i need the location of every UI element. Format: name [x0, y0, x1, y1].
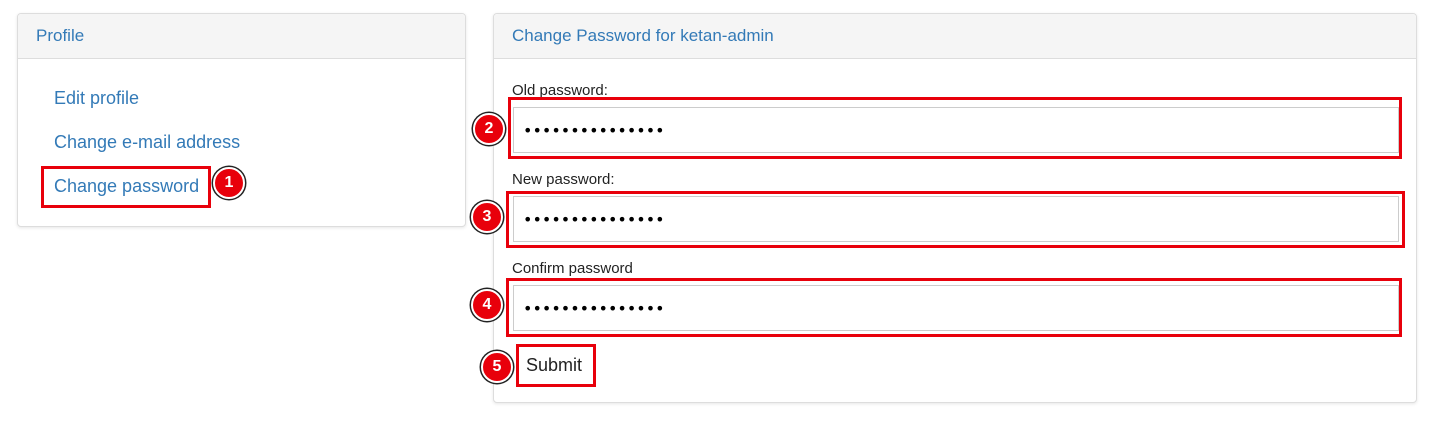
step-marker-5: 5: [481, 351, 513, 383]
step-marker-2: 2: [473, 113, 505, 145]
step-marker-4: 4: [471, 289, 503, 321]
change-password-panel-heading: Change Password for ketan-admin: [494, 14, 1416, 59]
profile-panel-heading: Profile: [18, 14, 465, 59]
change-password-panel: Change Password for ketan-admin Old pass…: [493, 13, 1417, 403]
old-password-label: Old password:: [512, 82, 608, 99]
change-password-panel-title: Change Password for ketan-admin: [512, 26, 774, 45]
submit-button[interactable]: Submit: [519, 347, 589, 383]
step-marker-3: 3: [471, 201, 503, 233]
new-password-label: New password:: [512, 171, 615, 188]
profile-panel: Profile Edit profile Change e-mail addre…: [17, 13, 466, 227]
change-password-link[interactable]: Change password: [54, 176, 199, 197]
confirm-password-label: Confirm password: [512, 260, 633, 277]
edit-profile-link[interactable]: Edit profile: [54, 88, 139, 109]
confirm-password-field[interactable]: [513, 285, 1399, 331]
new-password-field[interactable]: [513, 196, 1399, 242]
step-marker-1: 1: [213, 167, 245, 199]
change-email-link[interactable]: Change e-mail address: [54, 132, 240, 153]
old-password-field[interactable]: [513, 107, 1399, 153]
profile-panel-title: Profile: [36, 26, 85, 45]
